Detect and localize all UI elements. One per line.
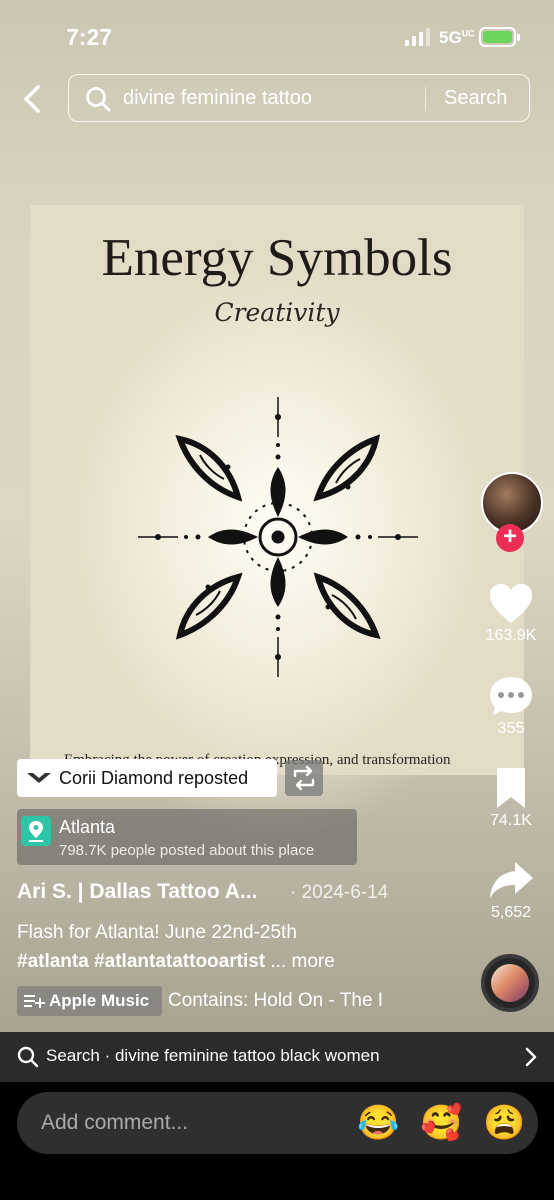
caption-hashtags[interactable]: #atlanta #atlantatattooartist ... more [17,951,335,973]
music-disc[interactable] [481,954,539,1012]
signal-icon [405,28,433,46]
status-bar: 7:27 5GUC [0,0,554,70]
post-image-subtitle: Creativity [214,298,340,327]
search-query[interactable]: divine feminine tattoo [123,87,312,110]
share-icon[interactable] [487,858,535,902]
search-divider [425,87,426,111]
save-count: 74.1K [490,812,532,829]
related-search-text[interactable]: Search · divine feminine tattoo black wo… [46,1046,380,1066]
battery-icon [479,27,520,47]
bookmark-icon[interactable] [487,766,535,810]
search-icon [17,1046,39,1068]
back-icon[interactable] [16,82,50,116]
comment-icon[interactable] [487,674,535,718]
repost-icon [293,765,315,791]
author-name[interactable]: Ari S. | Dallas Tattoo A... [17,880,257,904]
love-emoji-button[interactable]: 🥰 [420,1106,462,1140]
location-pin-icon [21,816,51,846]
comment-area: Add comment... 😂 🥰 😩 [0,1082,554,1200]
weary-emoji-button[interactable]: 😩 [483,1106,525,1140]
related-search-bar[interactable]: Search · divine feminine tattoo black wo… [0,1032,554,1082]
music-track-text[interactable]: Contains: Hold On - The I [168,990,413,1012]
caption-text: Flash for Atlanta! June 22nd-25th [17,922,297,943]
heart-icon[interactable] [487,582,535,626]
status-time: 7:27 [66,24,113,50]
laughing-emoji-button[interactable]: 😂 [357,1106,399,1140]
album-art [491,964,529,1002]
like-count: 163.9K [485,627,537,644]
more-link[interactable]: ... more [270,951,334,972]
comment-input[interactable]: Add comment... 😂 🥰 😩 [17,1092,538,1154]
repost-author-icon [27,773,51,783]
post-date: · 2024-6-14 [290,882,389,903]
share-count: 5,652 [490,904,532,921]
mandala-illustration [137,397,419,678]
apple-music-pill[interactable]: Apple Music [17,986,162,1016]
location-name: Atlanta [59,817,116,837]
post-image-title: Energy Symbols [101,229,453,287]
repost-banner[interactable]: Corii Diamond reposted [17,759,277,797]
comment-count: 355 [497,720,525,737]
apple-music-label: Apple Music [49,991,150,1010]
chevron-right-icon[interactable] [521,1046,541,1068]
search-button[interactable]: Search [444,87,507,110]
comment-placeholder: Add comment... [41,1111,189,1134]
location-detail: 798.7K people posted about this place [59,842,315,859]
repost-button[interactable] [285,760,323,796]
repost-label: Corii Diamond reposted [59,768,249,788]
location-tag[interactable]: Atlanta 798.7K people posted about this … [17,809,357,865]
network-type: 5GUC [439,28,475,47]
search-input[interactable]: divine feminine tattoo Search [68,74,530,122]
search-icon [86,87,111,112]
music-list-icon [24,995,45,1008]
follow-button[interactable]: + [496,524,524,552]
